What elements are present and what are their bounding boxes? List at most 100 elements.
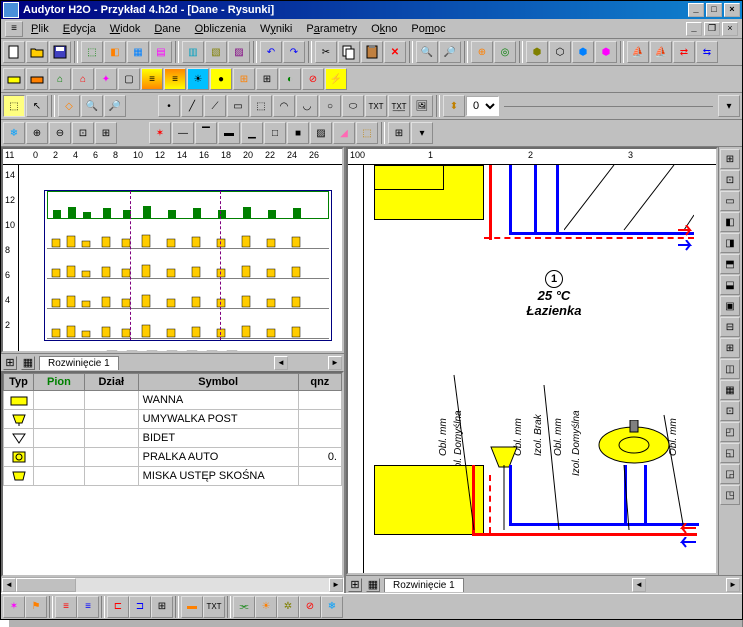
rtool-15[interactable]: ◱ <box>720 443 740 463</box>
rtool-9[interactable]: ⊟ <box>720 317 740 337</box>
overview-drawing[interactable]: 11 0 2 4 6 8 10 12 14 16 18 20 22 24 26 <box>1 147 344 353</box>
rtool-6[interactable]: ⬒ <box>720 254 740 274</box>
menu-pomoc[interactable]: Pomoc <box>405 21 451 37</box>
view-btn-10[interactable]: ● <box>210 68 232 90</box>
menu-widok[interactable]: Widok <box>104 21 147 37</box>
layers-icon[interactable]: ⬍ <box>443 95 465 117</box>
fill-solid[interactable]: ■ <box>287 122 309 144</box>
arc-tool[interactable]: ◠ <box>273 95 295 117</box>
grid-toggle[interactable]: ⊞ <box>388 122 410 144</box>
ship-btn-4[interactable]: ⇆ <box>696 41 718 63</box>
rtool-7[interactable]: ⬓ <box>720 275 740 295</box>
left-tab[interactable]: Rozwinięcie 1 <box>39 356 119 370</box>
view-btn-14[interactable]: ⊘ <box>302 68 324 90</box>
fill-hatch[interactable]: ▨ <box>310 122 332 144</box>
delete-button[interactable]: ✕ <box>384 41 406 63</box>
rtab-nav-2[interactable]: ▦ <box>366 578 380 592</box>
view-btn-3[interactable]: ⌂ <box>49 68 71 90</box>
menu-parametry[interactable]: Parametry <box>300 21 363 37</box>
hscroll-left[interactable]: ◄ <box>274 356 288 370</box>
text-tool[interactable]: TXT <box>365 95 387 117</box>
rtool-13[interactable]: ⊡ <box>720 401 740 421</box>
view-btn-7[interactable]: ≡ <box>141 68 163 90</box>
view-btn-9[interactable]: ☀ <box>187 68 209 90</box>
layer-btn-2[interactable]: ⬡ <box>549 41 571 63</box>
menu-okno[interactable]: Okno <box>365 21 403 37</box>
layer-btn-1[interactable]: ⬢ <box>526 41 548 63</box>
col-typ[interactable]: Typ <box>4 374 34 391</box>
tab-nav-overview[interactable]: ▦ <box>21 356 35 370</box>
layer-dropdown[interactable]: ▾ <box>718 95 740 117</box>
eraser-tool[interactable]: ◇ <box>58 95 80 117</box>
select-tool[interactable]: ⬚ <box>3 95 25 117</box>
btool-red2[interactable]: ⊏ <box>107 596 129 618</box>
rtool-11[interactable]: ◫ <box>720 359 740 379</box>
menu-obliczenia[interactable]: Obliczenia <box>189 21 252 37</box>
pointer-tool[interactable]: ↖ <box>26 95 48 117</box>
tab-nav-first[interactable]: ⊞ <box>3 356 17 370</box>
menu-edycja[interactable]: Edycja <box>57 21 102 37</box>
rtool-1[interactable]: ⊞ <box>720 149 740 169</box>
fill-none[interactable]: □ <box>264 122 286 144</box>
btool-orange[interactable]: ▬ <box>181 596 203 618</box>
align-top[interactable]: ▔ <box>195 122 217 144</box>
grid-scroll-left[interactable]: ◄ <box>2 578 16 592</box>
col-dzial[interactable]: Dział <box>84 374 138 391</box>
btool-flag[interactable]: ⚑ <box>25 596 47 618</box>
col-symbol[interactable]: Symbol <box>138 374 298 391</box>
rtool-10[interactable]: ⊞ <box>720 338 740 358</box>
tool-btn-6[interactable]: ▧ <box>205 41 227 63</box>
tool-btn-5[interactable]: ▥ <box>182 41 204 63</box>
view-btn-2[interactable] <box>26 68 48 90</box>
line-tool[interactable]: ╱ <box>181 95 203 117</box>
right-tab[interactable]: Rozwinięcie 1 <box>384 578 464 592</box>
rect-tool[interactable]: ▭ <box>227 95 249 117</box>
btool-mix[interactable]: ⊞ <box>151 596 173 618</box>
layer-btn-4[interactable]: ⬢ <box>595 41 617 63</box>
view-btn-8[interactable]: ≡ <box>164 68 186 90</box>
find-next-button[interactable]: 🔎 <box>439 41 461 63</box>
rtool-3[interactable]: ▭ <box>720 191 740 211</box>
grid-scroll-right[interactable]: ► <box>329 578 343 592</box>
btool-txt[interactable]: TXT <box>203 596 225 618</box>
fixtures-table[interactable]: Typ Pion Dział Symbol qnz WANNA <box>3 373 342 486</box>
stamp[interactable]: ⬚ <box>356 122 378 144</box>
view-btn-1[interactable] <box>3 68 25 90</box>
save-button[interactable] <box>49 41 71 63</box>
maximize-button[interactable]: □ <box>706 3 722 17</box>
overview-canvas[interactable] <box>19 165 342 351</box>
btool-no[interactable]: ⊘ <box>299 596 321 618</box>
ship-btn-2[interactable]: ⛵ <box>650 41 672 63</box>
calc-button[interactable]: ⊕ <box>471 41 493 63</box>
rtab-nav-1[interactable]: ⊞ <box>348 578 362 592</box>
align-bot[interactable]: ▁ <box>241 122 263 144</box>
col-qn[interactable]: qnz <box>298 374 341 391</box>
child-close-button[interactable]: × <box>722 22 738 36</box>
cut-button[interactable]: ✂ <box>315 41 337 63</box>
grid-dropdown[interactable]: ▾ <box>411 122 433 144</box>
zoom-in-tool[interactable]: 🔍 <box>81 95 103 117</box>
view-btn-13[interactable]: ◐ <box>279 68 301 90</box>
layer-combo[interactable]: 0 <box>466 96 499 116</box>
text-rect-tool[interactable]: ⬚ <box>250 95 272 117</box>
menu-wyniki[interactable]: Wyniki <box>254 21 298 37</box>
view-btn-12[interactable]: ⊞ <box>256 68 278 90</box>
copy-button[interactable] <box>338 41 360 63</box>
zoom-window[interactable]: ⊞ <box>95 122 117 144</box>
redo-button[interactable]: ↷ <box>283 41 305 63</box>
snap-star[interactable]: ✶ <box>149 122 171 144</box>
tool-btn-3[interactable]: ▦ <box>127 41 149 63</box>
target-button[interactable]: ◎ <box>494 41 516 63</box>
btool-gear[interactable]: ✲ <box>277 596 299 618</box>
rtool-4[interactable]: ◧ <box>720 212 740 232</box>
main-drawing[interactable]: 100 1 2 3 ▲ ▼ <box>346 147 718 575</box>
view-btn-11[interactable]: ⊞ <box>233 68 255 90</box>
ellipse-tool[interactable]: ⬭ <box>342 95 364 117</box>
ship-btn-1[interactable]: ⛵ <box>627 41 649 63</box>
btool-red1[interactable]: ≡ <box>55 596 77 618</box>
layer-btn-3[interactable]: ⬢ <box>572 41 594 63</box>
close-button[interactable]: × <box>724 3 740 17</box>
image-tool[interactable]: 🖼 <box>411 95 433 117</box>
minimize-button[interactable]: _ <box>688 3 704 17</box>
tool-btn-1[interactable]: ⬚ <box>81 41 103 63</box>
